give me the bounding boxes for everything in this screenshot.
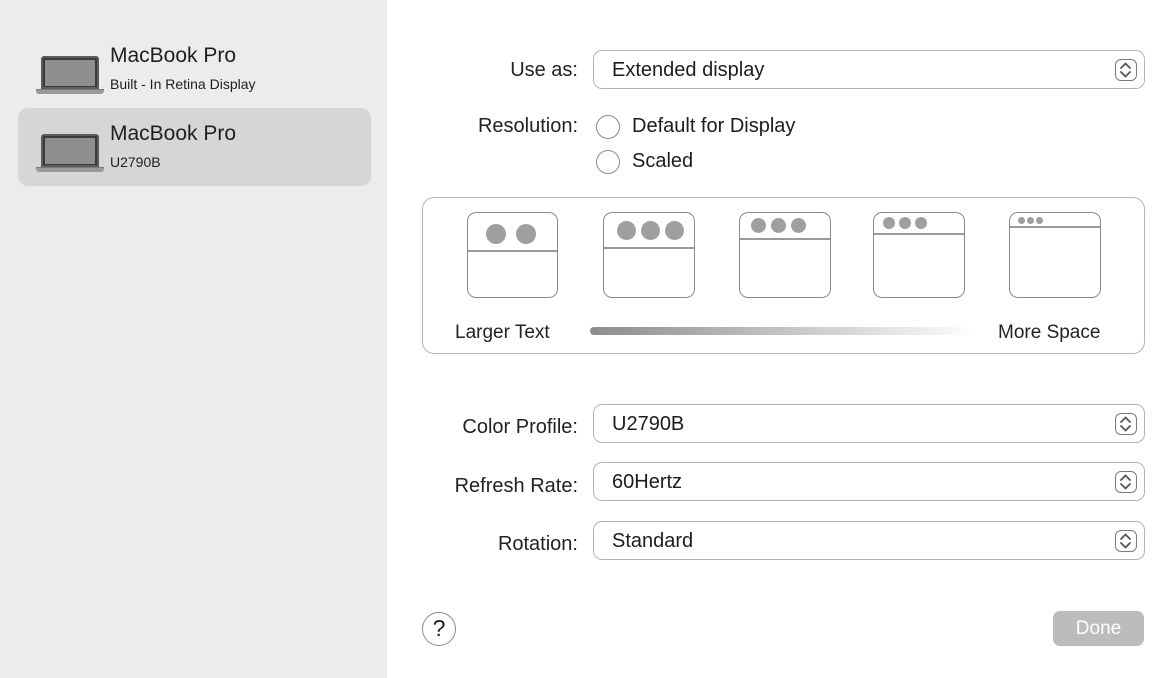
larger-text-label: Larger Text <box>455 322 550 343</box>
scale-option-2[interactable] <box>603 212 695 298</box>
more-space-label: More Space <box>998 322 1101 343</box>
scale-option-4[interactable] <box>873 212 965 298</box>
help-icon[interactable]: ? <box>422 612 456 646</box>
laptop-icon <box>36 56 104 94</box>
color-profile-select[interactable]: U2790B <box>593 404 1145 443</box>
device-subtitle: U2790B <box>110 154 161 170</box>
rotation-select[interactable]: Standard <box>593 521 1145 560</box>
refresh-rate-label: Refresh Rate: <box>454 475 578 497</box>
color-profile-label: Color Profile: <box>462 416 578 438</box>
radio-label: Scaled <box>632 150 694 172</box>
sidebar-item-u2790b[interactable]: MacBook Pro U2790B <box>18 108 371 186</box>
stepper-arrows-icon <box>1115 59 1137 81</box>
use-as-select[interactable]: Extended display <box>593 50 1145 89</box>
rotation-label: Rotation: <box>497 533 578 555</box>
scale-picker: Larger Text More Space <box>422 197 1145 354</box>
device-name: MacBook Pro <box>110 44 237 67</box>
sidebar-item-builtin-display[interactable]: MacBook Pro Built - In Retina Display <box>18 30 371 108</box>
done-button[interactable]: Done <box>1053 611 1144 646</box>
scale-option-3[interactable] <box>739 212 831 298</box>
refresh-rate-select[interactable]: 60Hertz <box>593 462 1145 501</box>
use-as-value: Extended display <box>612 59 765 81</box>
device-name: MacBook Pro <box>110 122 237 145</box>
scale-option-1[interactable] <box>467 212 558 298</box>
refresh-rate-value: 60Hertz <box>612 471 683 493</box>
color-profile-value: U2790B <box>612 413 685 435</box>
scale-slider-track[interactable] <box>590 327 975 335</box>
resolution-label: Resolution: <box>477 115 578 137</box>
radio-button[interactable] <box>596 115 620 139</box>
rotation-value: Standard <box>612 530 694 552</box>
stepper-arrows-icon <box>1115 471 1137 493</box>
laptop-icon <box>36 134 104 172</box>
radio-button[interactable] <box>596 150 620 174</box>
stepper-arrows-icon <box>1115 413 1137 435</box>
use-as-label: Use as: <box>510 59 578 81</box>
sidebar: MacBook Pro Built - In Retina Display Ma… <box>0 0 387 678</box>
stepper-arrows-icon <box>1115 530 1137 552</box>
radio-label: Default for Display <box>632 115 796 137</box>
scale-option-5[interactable] <box>1009 212 1101 298</box>
device-subtitle: Built - In Retina Display <box>110 76 256 92</box>
